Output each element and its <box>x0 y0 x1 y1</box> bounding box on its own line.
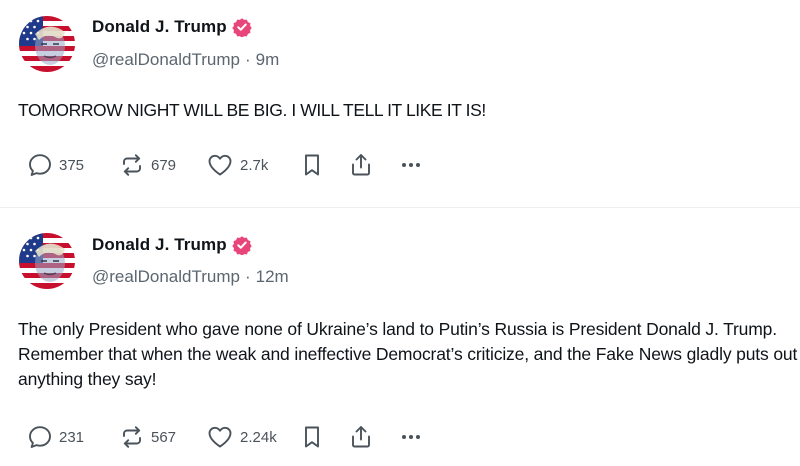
repost-button[interactable]: 679 <box>119 152 206 178</box>
share-button[interactable] <box>349 152 399 178</box>
author-name[interactable]: Donald J. Trump <box>92 17 227 37</box>
reply-icon <box>27 424 53 450</box>
share-icon <box>349 152 373 178</box>
repost-icon <box>119 152 145 178</box>
author-handle[interactable]: @realDonaldTrump <box>92 267 240 287</box>
post-divider <box>0 207 800 208</box>
repost-button[interactable]: 567 <box>119 424 206 450</box>
more-button[interactable] <box>399 424 429 450</box>
reply-count: 375 <box>59 156 85 174</box>
post[interactable]: Donald J. Trump @realDonaldTrump · 12m T… <box>0 209 800 466</box>
reply-icon <box>27 152 53 178</box>
reply-button[interactable]: 231 <box>27 424 119 450</box>
share-button[interactable] <box>349 424 399 450</box>
post-text: TOMORROW NIGHT WILL BE BIG. I WILL TELL … <box>18 100 486 120</box>
repost-count: 679 <box>151 156 177 174</box>
handle-row: @realDonaldTrump · 9m <box>92 50 279 70</box>
like-count: 2.24k <box>240 428 277 446</box>
repost-count: 567 <box>151 428 177 446</box>
bookmark-button[interactable] <box>301 424 349 450</box>
separator-dot: · <box>244 50 251 69</box>
like-button[interactable]: 2.24k <box>206 424 301 450</box>
share-icon <box>349 424 373 450</box>
like-count: 2.7k <box>240 156 269 174</box>
heart-icon <box>206 152 234 178</box>
author-row: Donald J. Trump <box>92 17 252 38</box>
avatar[interactable] <box>19 16 75 72</box>
verified-badge-icon <box>231 17 252 38</box>
post-text: The only President who gave none of Ukra… <box>18 319 798 389</box>
repost-icon <box>119 424 145 450</box>
bookmark-icon <box>301 152 323 178</box>
handle-row: @realDonaldTrump · 12m <box>92 267 289 287</box>
avatar[interactable] <box>19 233 75 289</box>
post[interactable]: Donald J. Trump @realDonaldTrump · 9m TO… <box>0 0 800 208</box>
action-bar: 375 679 2.7k <box>27 152 429 178</box>
author-name[interactable]: Donald J. Trump <box>92 235 227 255</box>
reply-count: 231 <box>59 428 85 446</box>
reply-button[interactable]: 375 <box>27 152 119 178</box>
more-button[interactable] <box>399 152 429 178</box>
author-handle[interactable]: @realDonaldTrump <box>92 50 240 70</box>
separator-dot: · <box>244 267 251 286</box>
post-time[interactable]: 9m <box>256 50 280 70</box>
bookmark-icon <box>301 424 323 450</box>
bookmark-button[interactable] <box>301 152 349 178</box>
author-row: Donald J. Trump <box>92 235 252 256</box>
post-time[interactable]: 12m <box>256 267 289 287</box>
more-icon <box>399 152 423 178</box>
heart-icon <box>206 424 234 450</box>
verified-badge-icon <box>231 235 252 256</box>
action-bar: 231 567 2.24k <box>27 424 429 450</box>
more-icon <box>399 424 423 450</box>
like-button[interactable]: 2.7k <box>206 152 301 178</box>
